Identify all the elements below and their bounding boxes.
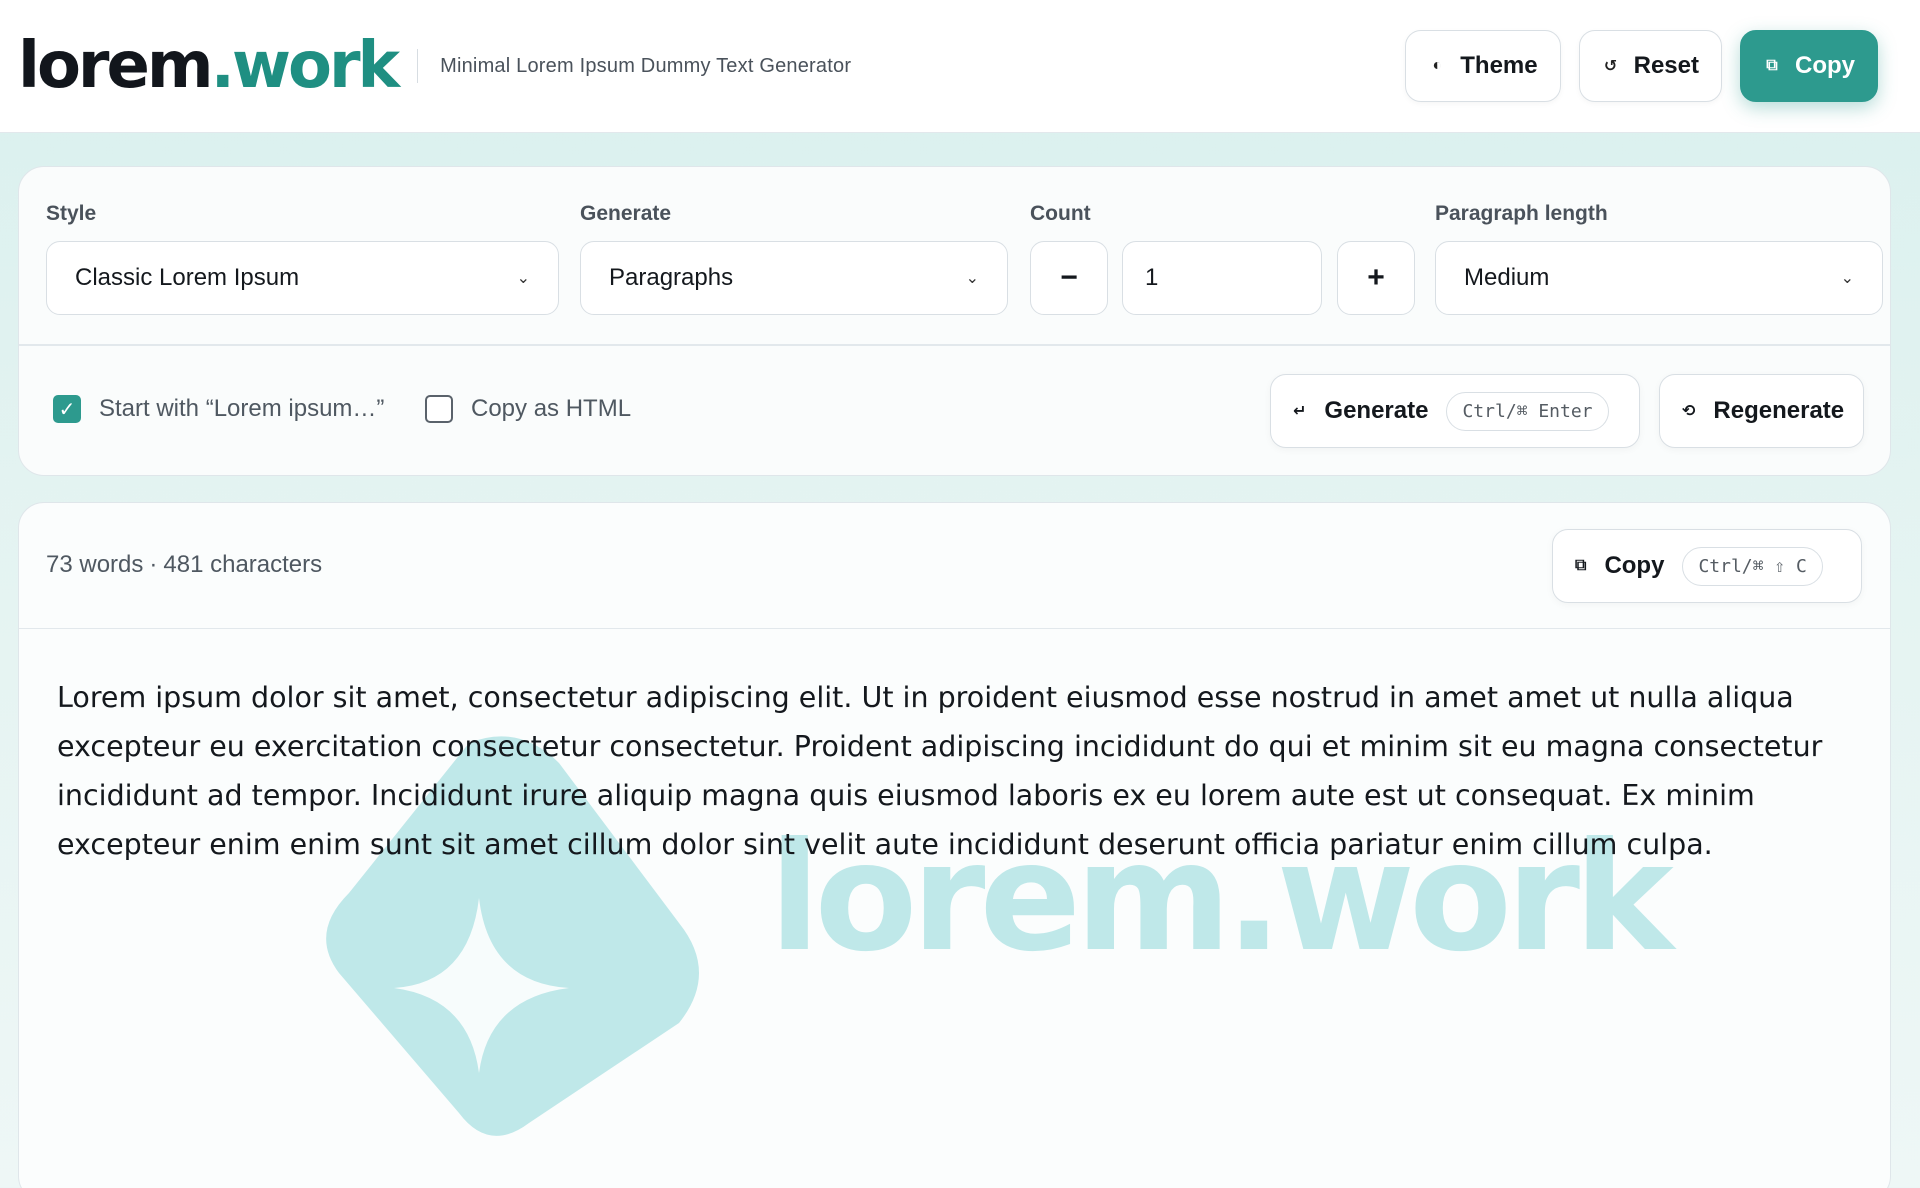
copy-as-html-checkbox[interactable] — [425, 395, 453, 423]
half-circle-icon: ◐ — [1432, 57, 1443, 74]
paragraph-length-value: Medium — [1464, 264, 1550, 291]
divider — [19, 344, 1890, 346]
paragraph-length-select[interactable]: Medium ⌄ — [1435, 241, 1883, 315]
copy-button-header[interactable]: ⧉ Copy — [1740, 30, 1878, 102]
style-select-value: Classic Lorem Ipsum — [75, 264, 300, 291]
copy-icon: ⧉ — [1575, 557, 1587, 574]
generate-label: Generate — [580, 202, 672, 225]
style-select[interactable]: Classic Lorem Ipsum ⌄ — [46, 241, 559, 315]
count-label: Count — [1030, 202, 1091, 225]
start-with-lorem-option[interactable]: ✓ Start with “Lorem ipsum…” — [53, 395, 384, 423]
theme-button[interactable]: ◐ Theme — [1405, 30, 1561, 102]
generate-button[interactable]: ↵ Generate Ctrl/⌘ Enter — [1270, 374, 1640, 448]
theme-button-label: Theme — [1460, 52, 1538, 79]
copy-output-label: Copy — [1604, 552, 1665, 579]
word-count: 73 words — [46, 551, 144, 578]
copy-output-button[interactable]: ⧉ Copy Ctrl/⌘ ⇧ C — [1552, 529, 1862, 603]
generated-text[interactable]: Lorem ipsum dolor sit amet, consectetur … — [57, 673, 1857, 869]
regenerate-button[interactable]: ⟲ Regenerate — [1659, 374, 1864, 448]
reset-arrow-icon: ↺ — [1603, 58, 1618, 75]
logo-divider — [417, 49, 419, 83]
settings-panel: Style Classic Lorem Ipsum ⌄ Generate Par… — [18, 166, 1891, 476]
count-increment-button[interactable]: + — [1337, 241, 1415, 315]
chevron-down-icon: ⌄ — [1840, 270, 1854, 287]
reset-button-label: Reset — [1633, 52, 1699, 79]
logo-main: lorem — [18, 29, 214, 103]
copy-shortcut: Ctrl/⌘ ⇧ C — [1682, 546, 1823, 586]
copy-button-label: Copy — [1795, 52, 1855, 79]
generate-shortcut: Ctrl/⌘ Enter — [1446, 391, 1609, 431]
chevron-down-icon: ⌄ — [965, 270, 979, 287]
logo-accent: .work — [210, 29, 401, 103]
start-with-lorem-checkbox[interactable]: ✓ — [53, 395, 81, 423]
stats-separator: · — [149, 551, 158, 578]
header-actions: ◐ Theme ↺ Reset ⧉ Copy — [1405, 30, 1902, 102]
copy-icon: ⧉ — [1766, 57, 1778, 74]
chevron-down-icon: ⌄ — [516, 270, 530, 287]
regenerate-button-label: Regenerate — [1713, 397, 1845, 424]
enter-arrow-icon: ↵ — [1293, 403, 1307, 420]
count-decrement-button[interactable]: − — [1030, 241, 1108, 315]
app-header: lorem.work Minimal Lorem Ipsum Dummy Tex… — [0, 0, 1920, 133]
generate-select[interactable]: Paragraphs ⌄ — [580, 241, 1008, 315]
output-toolbar: 73 words · 481 characters ⧉ Copy Ctrl/⌘ … — [19, 503, 1890, 629]
copy-as-html-label: Copy as HTML — [471, 395, 632, 422]
character-count: 481 characters — [163, 551, 323, 578]
output-panel: 73 words · 481 characters ⧉ Copy Ctrl/⌘ … — [18, 502, 1891, 1188]
start-with-lorem-label: Start with “Lorem ipsum…” — [99, 395, 385, 422]
copy-as-html-option[interactable]: Copy as HTML — [425, 395, 631, 423]
tagline: Minimal Lorem Ipsum Dummy Text Generator — [440, 54, 852, 77]
count-input[interactable]: 1 — [1122, 241, 1322, 315]
text-stats: 73 words · 481 characters — [46, 551, 322, 579]
paragraph-length-label: Paragraph length — [1435, 202, 1608, 225]
logo[interactable]: lorem.work — [18, 34, 400, 98]
reset-button[interactable]: ↺ Reset — [1578, 30, 1722, 102]
generate-button-label: Generate — [1324, 397, 1429, 424]
refresh-icon: ⟲ — [1682, 403, 1696, 420]
style-label: Style — [46, 202, 97, 225]
generate-select-value: Paragraphs — [609, 264, 734, 291]
